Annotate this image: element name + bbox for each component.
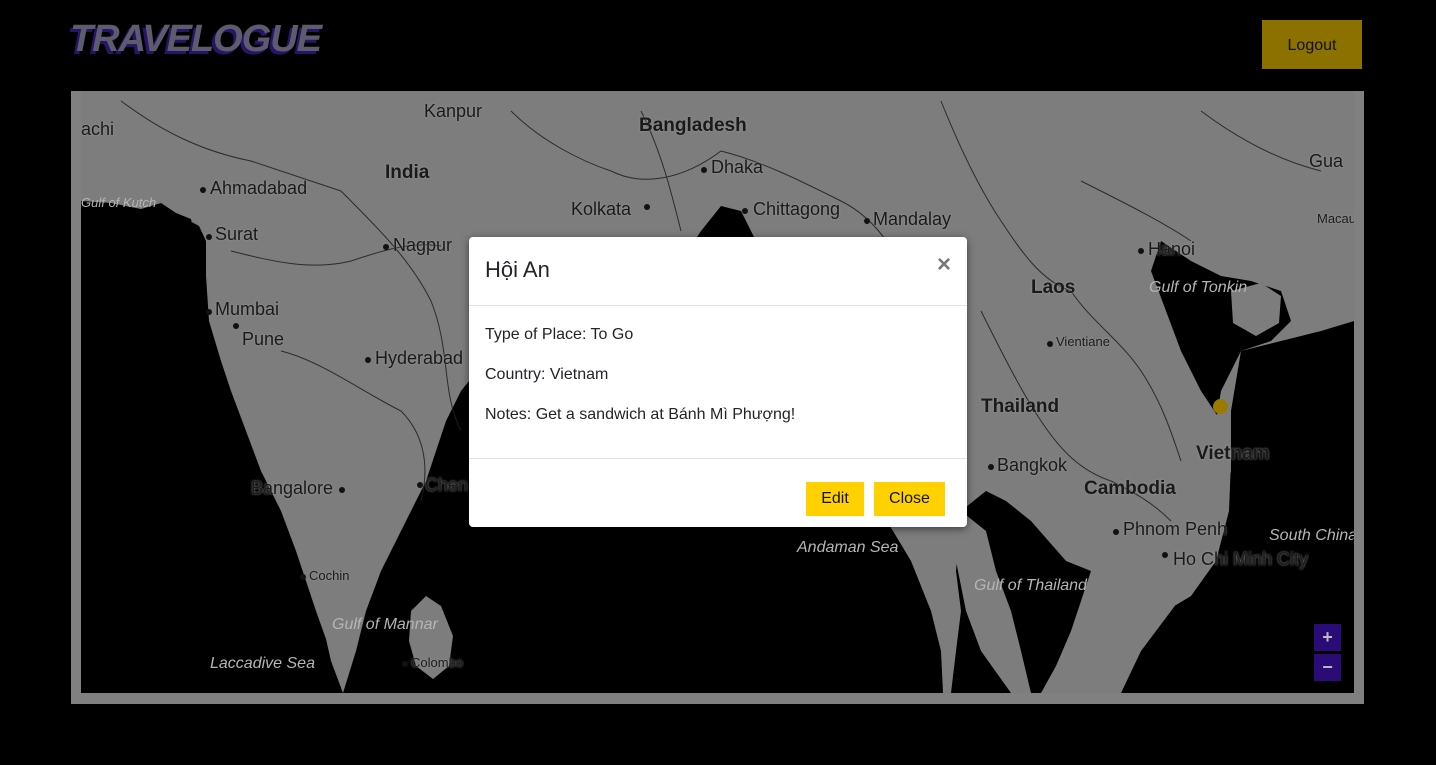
map-dot-bangalore [339, 487, 345, 493]
map-label-achi: achi [81, 119, 115, 139]
map-label-hyderabad: Hyderabad [375, 348, 464, 368]
map-label-hcmc: Ho Chi Minh City [1173, 549, 1309, 569]
map-label-ahmadabad: Ahmadabad [210, 178, 308, 198]
type-of-place-text: Type of Place: To Go [485, 326, 634, 343]
place-details-modal: Hội An × Type of Place: To Go Country: V… [469, 237, 967, 527]
map-label-colombo: Colombo [411, 655, 464, 670]
map-label-chennai: Chen [425, 475, 469, 495]
map-dot-surat [206, 234, 212, 240]
modal-title: Hội An [485, 257, 550, 282]
map-label-chittagong: Chittagong [753, 199, 841, 219]
map-label-pune: Pune [242, 329, 285, 349]
map-dot-hanoi [1138, 248, 1144, 254]
close-icon[interactable]: × [937, 253, 951, 277]
map-label-hanoi: Hanoi [1148, 239, 1196, 259]
map-label-vientiane: Vientiane [1056, 334, 1110, 349]
map-label-bangalore: Bangalore [251, 478, 334, 498]
map-label-andaman-sea: Andaman Sea [797, 539, 899, 556]
map-dot-chittagong [742, 208, 748, 214]
map-dot-mandalay [864, 218, 870, 224]
map-label-dhaka: Dhaka [711, 157, 764, 177]
map-label-mumbai: Mumbai [215, 299, 280, 319]
map-label-gua: Gua [1309, 151, 1344, 171]
map-dot-bangkok [988, 464, 994, 470]
map-label-gulf-thailand: Gulf of Thailand [974, 577, 1087, 594]
map-dot-vientiane [1047, 341, 1053, 347]
map-label-india: India [385, 162, 430, 183]
map-label-cambodia: Cambodia [1084, 478, 1176, 499]
map-dot-colombo [402, 661, 408, 667]
map-label-vietnam: Vietnam [1196, 443, 1270, 464]
map-dot-pune [233, 323, 239, 329]
modal-header: Hội An × [469, 237, 967, 306]
modal-body: Type of Place: To Go Country: Vietnam No… [469, 306, 967, 458]
map-label-gulf-mannar: Gulf of Mannar [332, 616, 438, 633]
arabian-sea [81, 201, 343, 693]
notes-text: Notes: Get a sandwich at Bánh Mì Phượng! [485, 406, 796, 423]
map-dot-mumbai [206, 309, 212, 315]
map-label-phnom-penh: Phnom Penh [1123, 519, 1228, 539]
map-label-kanpur: Kanpur [424, 101, 483, 121]
map-dot-dhaka [701, 167, 707, 173]
app-logo: TRAVELOGUE [70, 18, 322, 60]
map-label-gulf-tonkin: Gulf of Tonkin [1149, 279, 1248, 296]
zoom-in-button[interactable]: + [1314, 624, 1341, 651]
map-label-mandalay: Mandalay [873, 209, 952, 229]
map-label-south-china: South China [1269, 527, 1354, 544]
map-label-thailand: Thailand [981, 396, 1060, 417]
map-dot-hcmc [1162, 552, 1168, 558]
map-dot-kolkata [644, 204, 650, 210]
map-label-nagpur: Nagpur [393, 235, 453, 255]
map-label-kolkata: Kolkata [571, 199, 632, 219]
map-label-laos: Laos [1031, 277, 1076, 298]
map-dot-phnom-penh [1113, 529, 1119, 535]
modal-footer: Edit Close [469, 458, 967, 527]
map-dot-cochin [300, 574, 306, 580]
map-dot-nagpur [383, 244, 389, 250]
map-label-surat: Surat [215, 224, 259, 244]
map-label-laccadive: Laccadive Sea [210, 655, 315, 672]
map-label-macau: Macau [1317, 211, 1354, 226]
close-button[interactable]: Close [874, 482, 945, 516]
map-label-bangladesh: Bangladesh [639, 115, 747, 136]
place-marker[interactable] [1213, 399, 1228, 414]
country-text: Country: Vietnam [485, 366, 609, 383]
map-label-cochin: Cochin [309, 568, 350, 583]
map-label-gulf-kutch: Gulf of Kutch [81, 195, 157, 210]
map-dot-ahmadabad [200, 187, 206, 193]
map-label-bangkok: Bangkok [997, 455, 1068, 475]
logout-button[interactable]: Logout [1262, 20, 1362, 69]
map-dot-hyderabad [365, 357, 371, 363]
zoom-out-button[interactable]: − [1314, 654, 1341, 681]
edit-button[interactable]: Edit [806, 482, 864, 516]
map-dot-chennai [417, 482, 423, 488]
